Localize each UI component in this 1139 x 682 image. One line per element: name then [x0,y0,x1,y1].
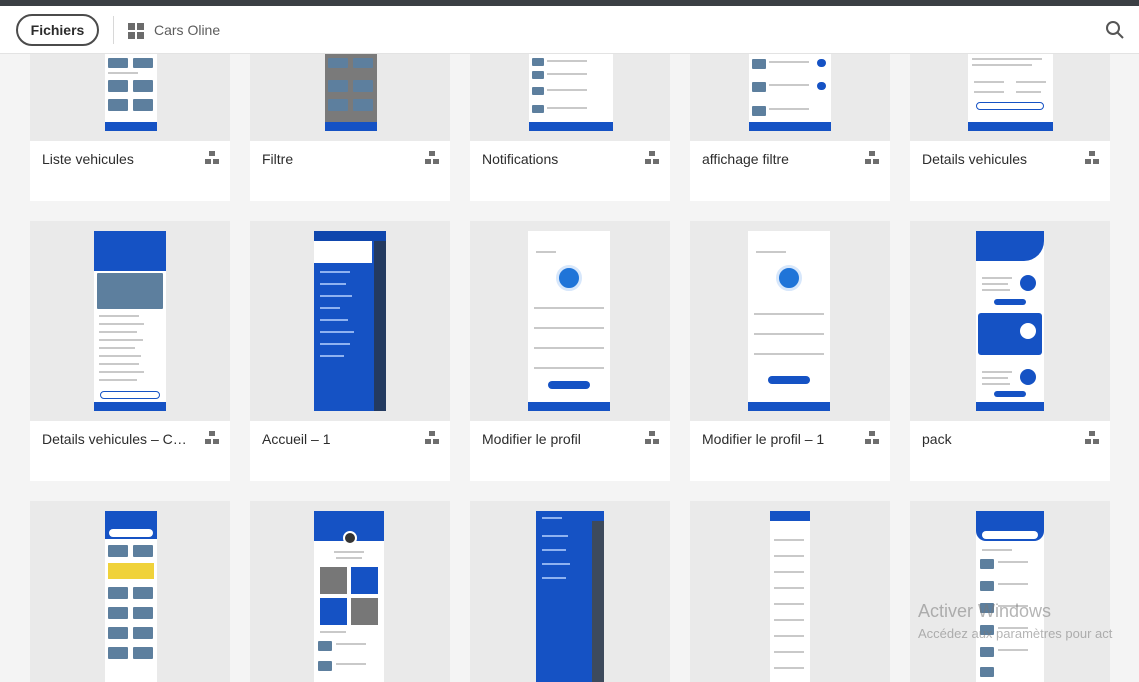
artboard-thumbnail[interactable] [690,501,890,682]
artboard-info: Details vehicules – Car... [30,421,230,481]
artboard-label[interactable]: affichage filtre [702,151,852,167]
artboard-thumbnail[interactable] [910,501,1110,682]
artboard-label[interactable]: Modifier le profil – 1 [702,431,852,447]
artboard-icon [205,431,220,446]
phone-preview [528,231,610,411]
artboard-thumbnail[interactable] [250,501,450,682]
project-title: Cars Oline [154,22,221,38]
artboard-label[interactable]: Liste vehicules [42,151,192,167]
artboard-icon [425,431,440,446]
artboard-thumbnail[interactable] [30,501,230,682]
artboard-icon [205,151,220,166]
artboard-thumbnail[interactable] [470,501,670,682]
artboard-thumbnail[interactable] [690,54,890,141]
artboard-thumbnail[interactable] [30,54,230,141]
artboard-thumbnail[interactable] [250,221,450,421]
phone-preview [529,54,613,131]
phone-preview [105,511,157,682]
artboard-label[interactable]: pack [922,431,1072,447]
app-header: Fichiers Cars Oline [0,6,1139,54]
phone-preview [770,511,810,682]
artboard-icon [865,431,880,446]
artboard-thumbnail[interactable] [470,54,670,141]
artboard-info: Details vehicules [910,141,1110,201]
artboard-icon [645,431,660,446]
phone-preview [314,511,384,682]
phone-preview [105,54,157,131]
artboard-info: Liste vehicules [30,141,230,201]
phone-preview [94,231,166,411]
artboard-thumbnail[interactable] [250,54,450,141]
artboard-icon [1085,431,1100,446]
artboard-thumbnail[interactable] [30,221,230,421]
artboard-grid: Liste vehicules Filtre Notifications aff… [0,54,1139,682]
artboard-info: Notifications [470,141,670,201]
phone-preview [968,54,1053,131]
artboard-icon [865,151,880,166]
artboard-thumbnail[interactable] [690,221,890,421]
artboard-label[interactable]: Accueil – 1 [262,431,412,447]
search-icon[interactable] [1105,20,1125,40]
artboard-info: Modifier le profil [470,421,670,481]
artboard-thumbnail[interactable] [470,221,670,421]
phone-preview [976,511,1044,682]
grid-view-icon[interactable] [128,23,144,39]
artboard-label[interactable]: Details vehicules – Car... [42,431,192,447]
artboard-thumbnail[interactable] [910,54,1110,141]
phone-preview [314,231,386,411]
artboard-icon [1085,151,1100,166]
artboard-label[interactable]: Filtre [262,151,412,167]
phone-preview [748,231,830,411]
artboard-info: affichage filtre [690,141,890,201]
windows-activation-title: Activer Windows [918,601,1052,621]
phone-preview [325,54,377,131]
artboard-label[interactable]: Notifications [482,151,632,167]
artboard-info: Modifier le profil – 1 [690,421,890,481]
artboard-info: Accueil – 1 [250,421,450,481]
artboard-thumbnail[interactable] [910,221,1110,421]
artboard-icon [645,151,660,166]
phone-preview [749,54,831,131]
artboard-info: Filtre [250,141,450,201]
artboard-icon [425,151,440,166]
header-divider [113,16,114,44]
artboard-label[interactable]: Modifier le profil [482,431,632,447]
windows-activation-subtitle: Accédez aux paramètres pour act [918,626,1113,641]
phone-preview [976,231,1044,411]
artboard-label[interactable]: Details vehicules [922,151,1072,167]
phone-preview [536,511,604,682]
files-button[interactable]: Fichiers [16,14,99,46]
artboard-info: pack [910,421,1110,481]
